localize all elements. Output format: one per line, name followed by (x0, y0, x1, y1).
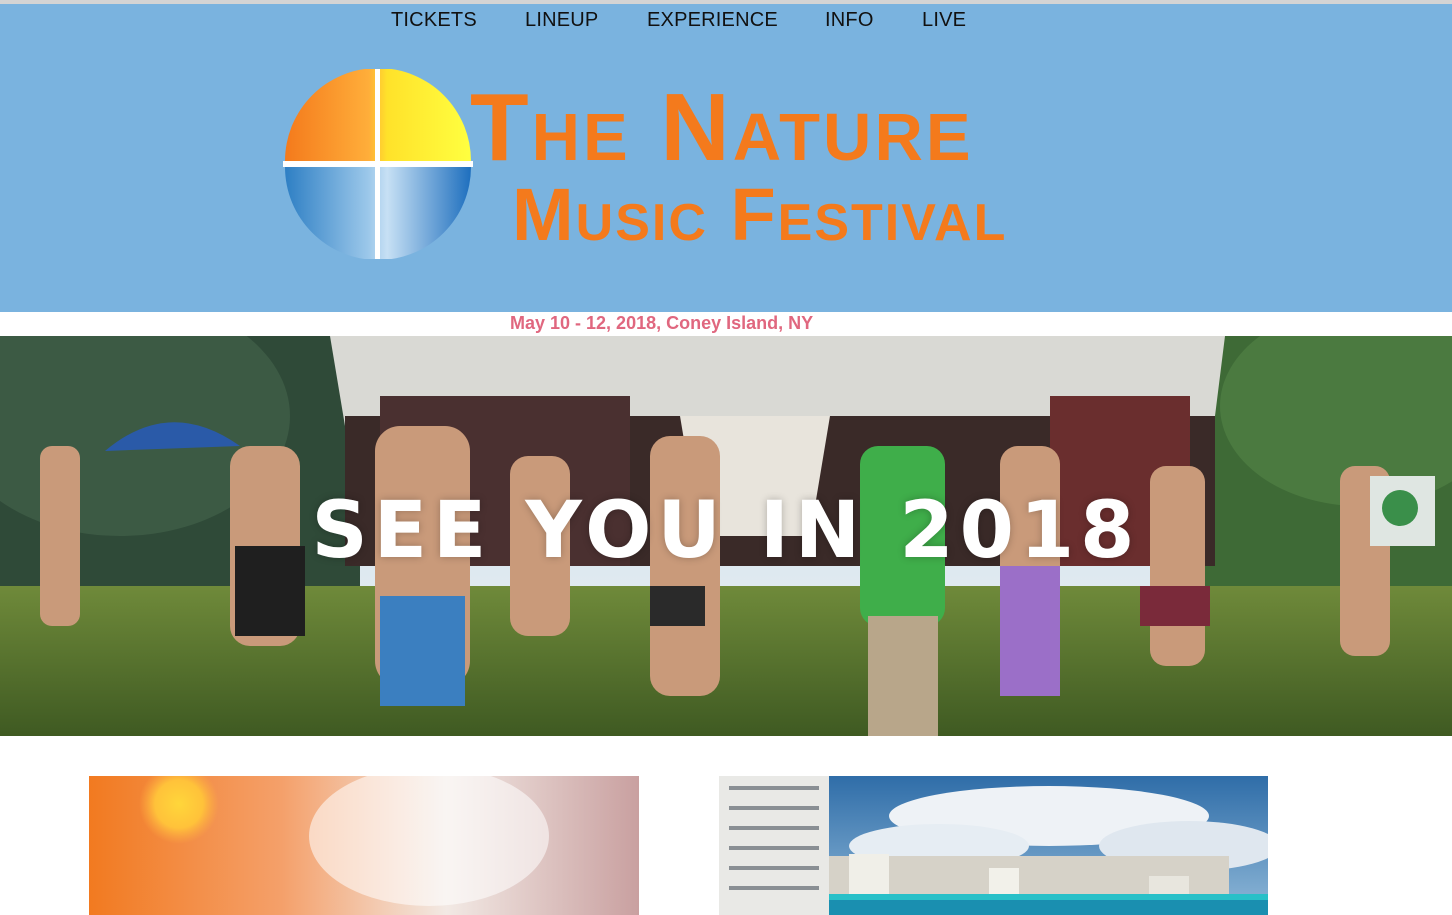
site-header: TICKETS LINEUP EXPERIENCE INFO LIVE The … (0, 4, 1452, 312)
logo-title-line2: Music Festival (512, 173, 1008, 256)
logo-title-line1: The Nature (470, 74, 974, 181)
beach-photo (719, 776, 1268, 915)
nav-lineup[interactable]: LINEUP (525, 9, 598, 32)
nav-live[interactable]: LIVE (922, 9, 966, 32)
sun-photo (89, 776, 639, 915)
logo-sun-icon[interactable] (283, 68, 473, 260)
nav-tickets[interactable]: TICKETS (391, 9, 477, 32)
hero-headline: SEE YOU IN 2018 (311, 486, 1141, 576)
nav-experience[interactable]: EXPERIENCE (647, 9, 778, 32)
logo-wordmark[interactable]: The Nature Music Festival (470, 80, 1110, 260)
event-dates: May 10 - 12, 2018, Coney Island, NY (510, 313, 814, 333)
feature-card-sun[interactable] (89, 776, 639, 915)
nav-info[interactable]: INFO (825, 9, 874, 32)
hero-banner: SEE YOU IN 2018 (0, 336, 1452, 736)
feature-card-beach[interactable] (719, 776, 1268, 915)
main-nav: TICKETS LINEUP EXPERIENCE INFO LIVE (0, 9, 1452, 39)
